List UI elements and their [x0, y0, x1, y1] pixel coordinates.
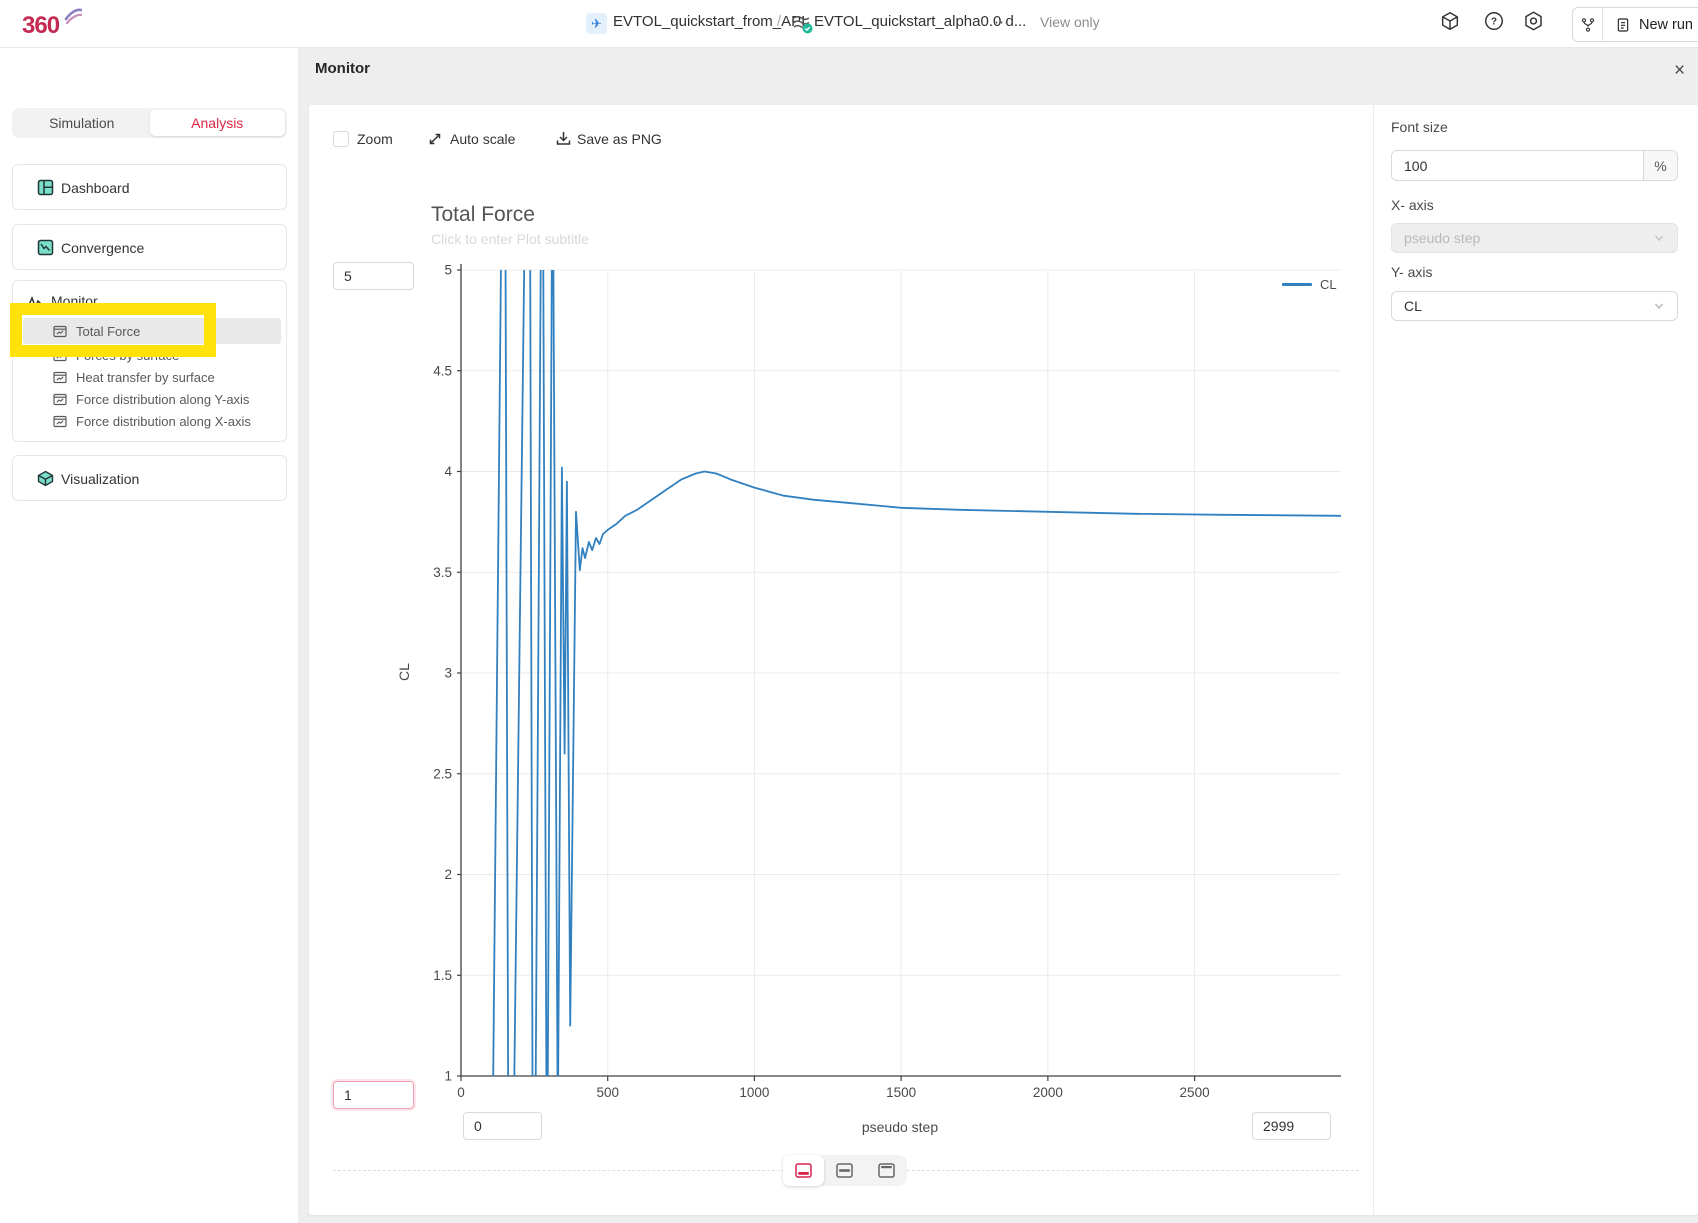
svg-text:3.5: 3.5: [433, 565, 452, 580]
view-only-badge: View only: [1040, 14, 1100, 30]
new-run-button-group: New run: [1572, 7, 1698, 42]
close-icon[interactable]: ×: [1674, 63, 1685, 79]
settings-icon[interactable]: [1522, 10, 1545, 37]
chevron-down-icon: [1653, 232, 1665, 244]
y-min-input[interactable]: [333, 1081, 414, 1109]
svg-text:4: 4: [444, 464, 452, 479]
monitor-chart-icon: [53, 393, 67, 406]
auto-scale-button[interactable]: Auto scale: [450, 131, 515, 147]
run-waves-icon: [791, 12, 813, 39]
monitor-item-label: Force distribution along X-axis: [76, 414, 251, 429]
svg-text:3: 3: [444, 666, 452, 681]
y-axis-select-value: CL: [1404, 298, 1422, 314]
zoom-checkbox[interactable]: [333, 131, 349, 147]
layout-option-split[interactable]: [824, 1155, 865, 1186]
monitor-item[interactable]: Heat transfer by surface: [23, 366, 278, 388]
svg-text:2500: 2500: [1180, 1085, 1210, 1100]
save-png-button[interactable]: Save as PNG: [577, 131, 662, 147]
app-logo[interactable]: 360: [22, 7, 82, 46]
svg-text:2000: 2000: [1033, 1085, 1063, 1100]
sidebar: Simulation Analysis Dashboard Convergenc…: [0, 47, 299, 1223]
monitor-item-label: Force distribution along Y-axis: [76, 392, 249, 407]
breadcrumb-more-icon[interactable]: ⋯: [994, 13, 1010, 31]
monitor-chart-icon: [53, 415, 67, 428]
document-icon: [1615, 17, 1631, 33]
fork-run-button[interactable]: [1573, 8, 1602, 41]
new-run-button[interactable]: New run: [1603, 8, 1698, 41]
svg-text:1: 1: [444, 1069, 452, 1084]
logo-360-text: 360: [22, 12, 60, 39]
monitor-item-label: Heat transfer by surface: [76, 370, 215, 385]
chart-title[interactable]: Total Force: [431, 203, 535, 227]
panel-title: Monitor: [315, 60, 370, 77]
sidebar-item-visualization[interactable]: Visualization: [12, 455, 287, 501]
tab-simulation[interactable]: Simulation: [14, 110, 150, 136]
x-max-input[interactable]: [1252, 1112, 1331, 1140]
layout-switcher: [783, 1155, 907, 1186]
layout-bottom-icon: [795, 1163, 812, 1178]
visualization-cube-icon: [36, 469, 55, 488]
svg-text:4.5: 4.5: [433, 363, 452, 378]
panel-divider: [1373, 105, 1374, 1215]
dashboard-icon: [37, 179, 54, 196]
svg-text:500: 500: [596, 1085, 619, 1100]
x-axis-title: pseudo step: [830, 1119, 970, 1135]
save-png-icon[interactable]: [555, 130, 572, 147]
visualization-label: Visualization: [61, 471, 139, 487]
top-bar: 360 ✈ EVTOL_quickstart_from_API / EVTOL_…: [0, 0, 1698, 48]
sidebar-item-dashboard[interactable]: Dashboard: [12, 164, 287, 210]
svg-text:2.5: 2.5: [433, 766, 452, 781]
x-min-input[interactable]: [463, 1112, 542, 1140]
project-plane-icon: ✈: [586, 13, 607, 34]
y-max-input[interactable]: [333, 262, 414, 290]
total-force-plot[interactable]: 0 500 1000 1500 2000 2500 1 1.5 2 2.5 3 3.5 4 4.5 5: [421, 253, 1361, 1113]
sidebar-item-convergence[interactable]: Convergence: [12, 224, 287, 270]
tab-analysis[interactable]: Analysis: [150, 110, 286, 136]
breadcrumb-separator: /: [777, 13, 781, 30]
svg-text:2: 2: [444, 867, 452, 882]
svg-text:0: 0: [457, 1085, 465, 1100]
font-size-label: Font size: [1391, 119, 1448, 135]
monitor-item[interactable]: Force distribution along X-axis: [23, 410, 278, 432]
monitor-item[interactable]: Force distribution along Y-axis: [23, 388, 278, 410]
layout-top-icon: [878, 1163, 895, 1178]
svg-text:1500: 1500: [886, 1085, 916, 1100]
x-axis-setting-label: X- axis: [1391, 197, 1434, 213]
convergence-label: Convergence: [61, 240, 144, 256]
layout-split-icon: [836, 1163, 853, 1178]
y-axis-select[interactable]: CL: [1391, 291, 1678, 321]
layout-option-bottom-panel[interactable]: [783, 1155, 824, 1186]
svg-text:5: 5: [444, 263, 452, 278]
svg-text:?: ?: [1491, 17, 1497, 28]
convergence-icon: [37, 239, 54, 256]
highlight-annotation: [10, 303, 216, 357]
svg-text:1.5: 1.5: [433, 968, 452, 983]
auto-scale-icon[interactable]: [427, 131, 443, 147]
y-axis-setting-label: Y- axis: [1391, 264, 1433, 280]
zoom-toggle-label[interactable]: Zoom: [357, 131, 393, 147]
svg-text:1000: 1000: [739, 1085, 769, 1100]
chart-subtitle-placeholder[interactable]: Click to enter Plot subtitle: [431, 231, 589, 247]
monitor-chart-icon: [53, 371, 67, 384]
font-size-input-group: %: [1391, 150, 1678, 181]
x-axis-select: pseudo step: [1391, 223, 1678, 253]
y-axis-title: CL: [396, 663, 412, 681]
dashboard-label: Dashboard: [61, 180, 130, 196]
chevron-down-icon: [1653, 300, 1665, 312]
font-size-input[interactable]: [1392, 151, 1643, 180]
x-axis-select-value: pseudo step: [1404, 230, 1480, 246]
font-size-unit: %: [1643, 151, 1677, 180]
mode-tabs: Simulation Analysis: [12, 108, 287, 138]
help-icon[interactable]: ?: [1483, 10, 1505, 37]
model-cube-icon[interactable]: [1439, 10, 1461, 37]
new-run-label: New run: [1639, 17, 1693, 33]
layout-option-top-panel[interactable]: [866, 1155, 907, 1186]
